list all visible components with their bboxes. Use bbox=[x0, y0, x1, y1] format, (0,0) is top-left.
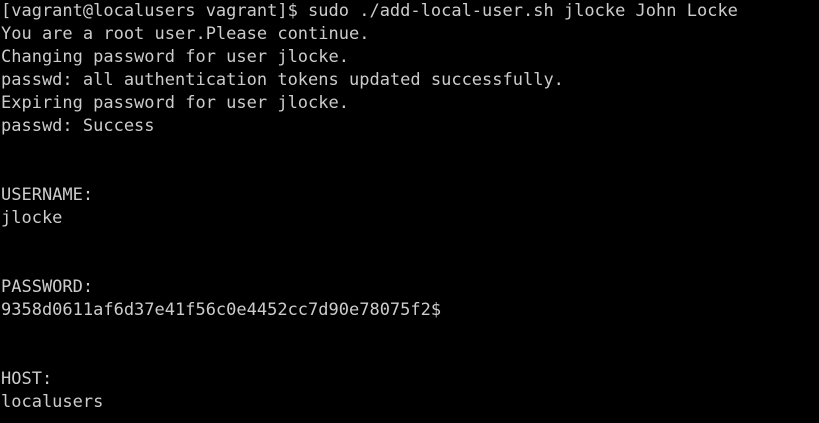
command-prompt-line: [vagrant@localusers vagrant]$ sudo ./add… bbox=[1, 1, 738, 21]
host-value: localusers bbox=[1, 392, 104, 412]
output-line: Changing password for user jlocke. bbox=[1, 47, 349, 67]
output-line: Expiring password for user jlocke. bbox=[1, 93, 349, 113]
output-line: You are a root user.Please continue. bbox=[1, 24, 370, 44]
output-line: passwd: all authentication tokens update… bbox=[1, 70, 564, 90]
terminal-window[interactable]: [vagrant@localusers vagrant]$ sudo ./add… bbox=[0, 0, 819, 423]
output-line: passwd: Success bbox=[1, 116, 155, 136]
password-label: PASSWORD: bbox=[1, 277, 94, 297]
host-label: HOST: bbox=[1, 369, 53, 389]
password-value: 9358d0611af6d37e41f56c0e4452cc7d90e78075… bbox=[1, 300, 442, 320]
username-value: jlocke bbox=[1, 208, 63, 228]
username-label: USERNAME: bbox=[1, 185, 94, 205]
